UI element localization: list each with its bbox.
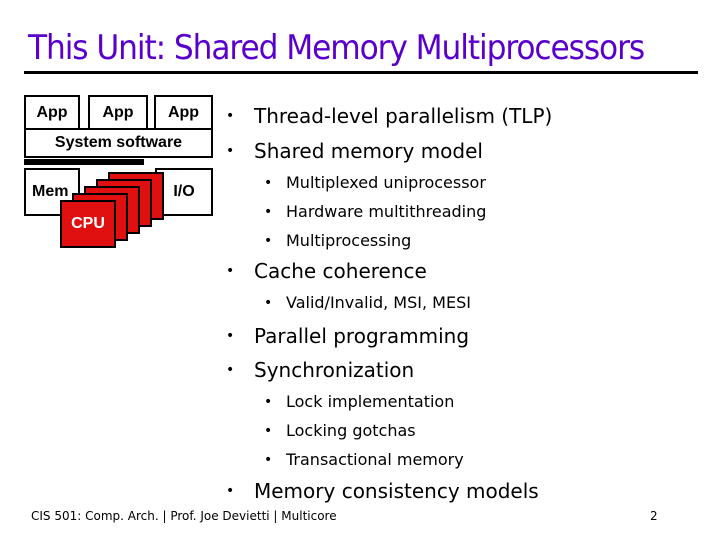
bullet-icon: • xyxy=(264,452,273,468)
system-software-box: System software xyxy=(24,128,213,158)
sub-bullet-item: Locking gotchas xyxy=(286,421,416,440)
slide-title: This Unit: Shared Memory Multiprocessors xyxy=(28,28,645,68)
app-box-2: App xyxy=(88,95,148,130)
title-underline xyxy=(24,71,698,74)
page-number: 2 xyxy=(650,509,658,523)
bullet-icon: • xyxy=(264,394,273,410)
bullet-icon: • xyxy=(226,362,235,378)
bullet-icon: • xyxy=(264,295,273,311)
bullet-icon: • xyxy=(264,204,273,220)
sub-bullet-item: Transactional memory xyxy=(286,450,464,469)
sub-bullet-item: Multiprocessing xyxy=(286,231,412,250)
app-box-3: App xyxy=(154,95,213,130)
sub-bullet-item: Multiplexed uniprocessor xyxy=(286,173,486,192)
bullet-icon: • xyxy=(226,328,235,344)
bullet-icon: • xyxy=(226,483,235,499)
bullet-item: Memory consistency models xyxy=(254,479,539,503)
bullet-icon: • xyxy=(226,263,235,279)
bullet-icon: • xyxy=(264,175,273,191)
bus-bar xyxy=(24,159,144,165)
sub-bullet-item: Lock implementation xyxy=(286,392,455,411)
bullet-item: Cache coherence xyxy=(254,259,427,283)
footer-text: CIS 501: Comp. Arch. | Prof. Joe Deviett… xyxy=(31,509,337,523)
bullet-icon: • xyxy=(226,143,235,159)
bullet-item: Parallel programming xyxy=(254,324,470,348)
bullet-item: Shared memory model xyxy=(254,139,483,163)
bullet-icon: • xyxy=(264,233,273,249)
cpu-box-front: CPU xyxy=(60,200,116,248)
bullet-item: Thread-level parallelism (TLP) xyxy=(254,104,553,128)
bullet-item: Synchronization xyxy=(254,358,415,382)
bullet-icon: • xyxy=(226,108,235,124)
app-box-1: App xyxy=(24,95,80,130)
sub-bullet-item: Hardware multithreading xyxy=(286,202,487,221)
sub-bullet-item: Valid/Invalid, MSI, MESI xyxy=(286,293,471,312)
bullet-icon: • xyxy=(264,423,273,439)
